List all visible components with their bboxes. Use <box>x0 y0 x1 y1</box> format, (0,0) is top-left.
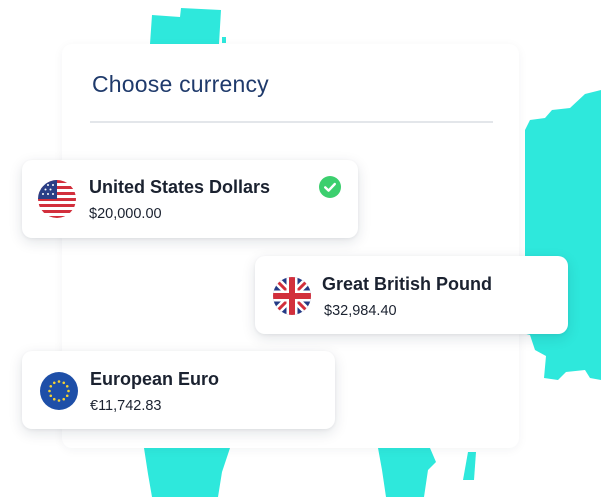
check-circle-icon <box>319 176 341 198</box>
currency-card-eur[interactable]: European Euro €11,742.83 <box>22 351 335 429</box>
currency-amount: $32,984.40 <box>324 303 397 319</box>
currency-amount: $20,000.00 <box>89 206 162 222</box>
divider <box>90 121 493 123</box>
currency-name: United States Dollars <box>89 177 271 197</box>
panel-title: Choose currency <box>92 71 269 97</box>
currency-name: Great British Pound <box>322 274 493 294</box>
uk-flag-icon <box>273 277 311 315</box>
eu-flag-icon <box>40 372 78 410</box>
currency-amount: €11,742.83 <box>90 398 162 414</box>
currency-card-usd[interactable]: United States Dollars $20,000.00 <box>22 160 358 238</box>
us-flag-icon <box>38 180 76 218</box>
currency-name: European Euro <box>90 369 220 389</box>
currency-card-gbp[interactable]: Great British Pound $32,984.40 <box>255 256 568 334</box>
